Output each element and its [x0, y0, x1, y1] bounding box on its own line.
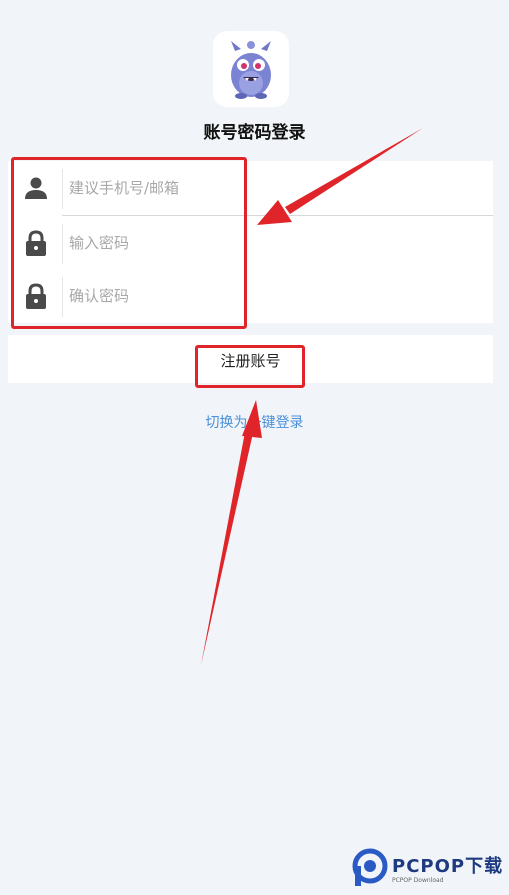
watermark-text: PCPOP下载 — [392, 856, 504, 877]
annotation-arrow-form — [285, 128, 423, 214]
pcpop-logo-icon — [352, 848, 388, 886]
annotation-arrow-head-register — [242, 400, 262, 438]
annotation-arrow-register — [201, 432, 253, 665]
annotation-arrow-head-form — [257, 200, 292, 225]
watermark: PCPOP下载 PCPOP Download — [352, 848, 507, 890]
annotation-arrows — [201, 128, 423, 665]
watermark-subtext: PCPOP Download — [392, 877, 444, 884]
